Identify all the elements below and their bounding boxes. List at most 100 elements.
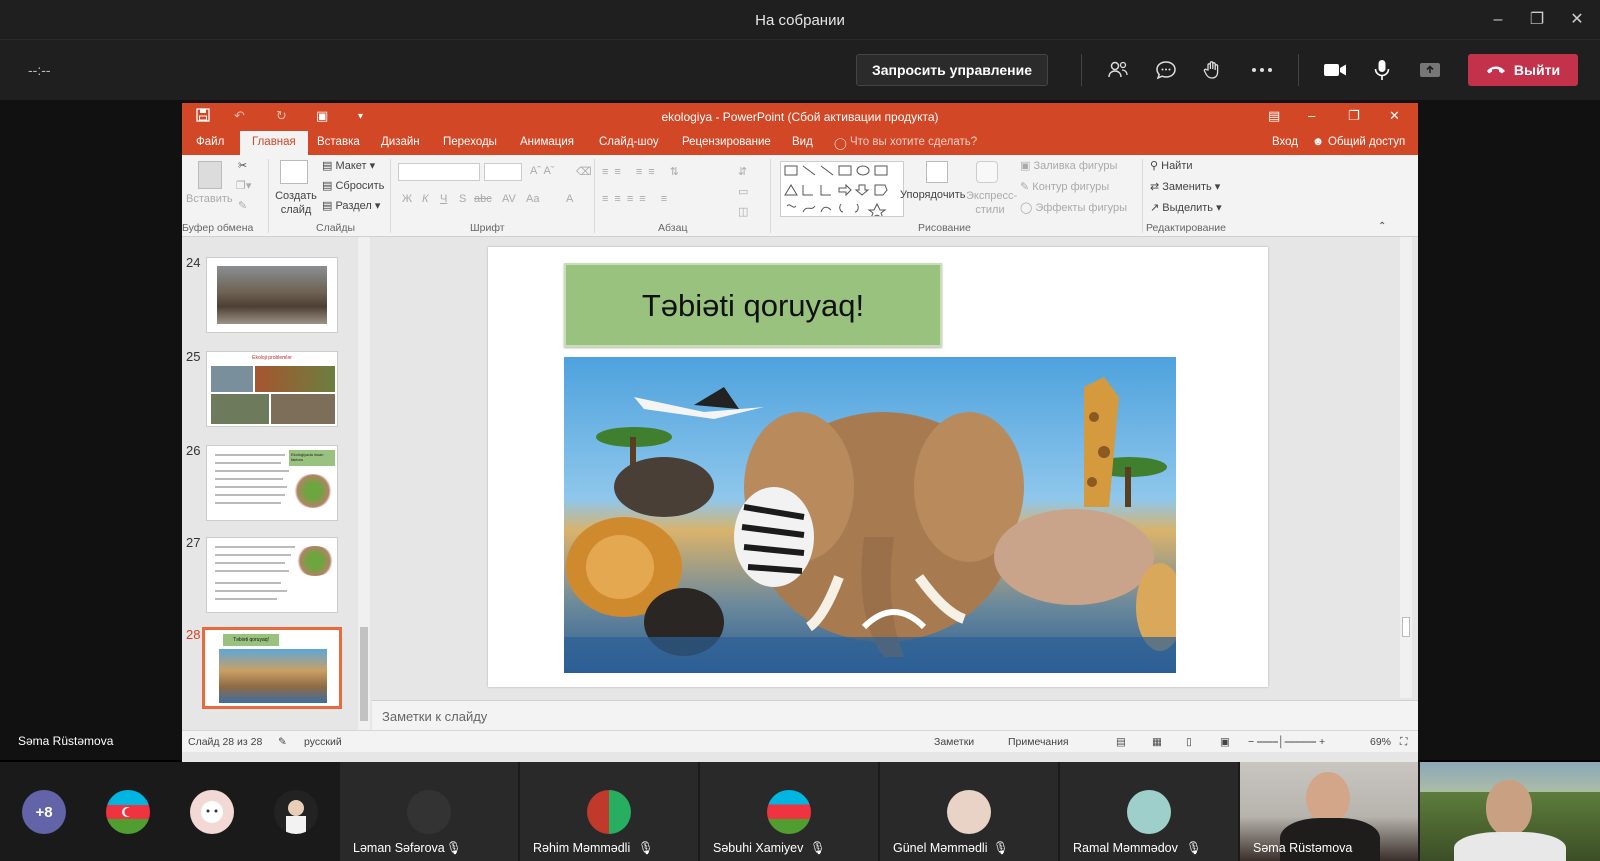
section-button[interactable]: ▤ Раздел ▾ <box>322 199 380 212</box>
thumbnail-slide-28-selected[interactable]: Təbiəti qoruyaq! <box>202 627 342 709</box>
format-painter-icon[interactable]: ✎ <box>238 199 247 212</box>
slide-scrollbar[interactable] <box>1400 237 1412 698</box>
avatar[interactable] <box>106 790 150 834</box>
find-button[interactable]: ⚲ Найти <box>1150 159 1193 172</box>
copy-icon[interactable]: ❐▾ <box>236 179 251 192</box>
participant-video-tile[interactable]: Səma Rüstəmova <box>1240 762 1418 861</box>
thumbnail-slide-27[interactable] <box>206 537 338 613</box>
paste-button[interactable]: Вставить <box>186 193 233 205</box>
select-button[interactable]: ↗ Выделить ▾ <box>1150 201 1222 214</box>
share-button[interactable]: Общий доступ <box>1328 136 1405 148</box>
request-control-button[interactable]: Запросить управление <box>856 54 1048 86</box>
align-text-icon[interactable]: ▭ <box>738 185 748 198</box>
ppt-minimize-icon[interactable]: – <box>1308 108 1315 123</box>
slide-notes[interactable]: Заметки к слайду <box>372 700 1418 730</box>
quick-styles-button[interactable]: Экспресс-стили <box>966 189 1017 217</box>
align-icons[interactable]: ≡≡≡≡ ≡ <box>602 193 673 205</box>
cut-icon[interactable]: ✂ <box>238 159 247 172</box>
shape-effects-button[interactable]: ◯ Эффекты фигуры <box>1020 201 1127 214</box>
participants-icon[interactable] <box>1103 56 1133 84</box>
search-icon: ⚲ <box>1150 160 1162 172</box>
close-icon[interactable]: ✕ <box>1562 8 1592 32</box>
ribbon-display-options-icon[interactable]: ▤ <box>1268 108 1280 124</box>
thumbnail-slide-25[interactable]: Ekoloji problemlər <box>206 351 338 427</box>
grow-font-icon[interactable]: Aˆ Aˇ <box>530 165 554 177</box>
bullets-icon[interactable]: ≡≡ ≡≡ ⇅ <box>602 165 685 178</box>
restore-icon[interactable]: ❐ <box>1522 8 1552 32</box>
notes-toggle[interactable]: Заметки <box>934 736 974 748</box>
minimize-icon[interactable]: – <box>1483 8 1513 32</box>
participant-tile[interactable]: Səbuhi Xamiyev 🎙 <box>700 762 878 861</box>
shapes-gallery[interactable] <box>780 161 904 220</box>
normal-view-icon[interactable]: ▤ <box>1116 736 1126 748</box>
thumbnail-slide-26[interactable]: Ekologiyada insan faktoru <box>206 445 338 521</box>
tab-animations[interactable]: Анимация <box>520 136 574 148</box>
camera-icon[interactable] <box>1320 56 1350 84</box>
tab-slideshow[interactable]: Слайд-шоу <box>599 136 659 148</box>
font-name-box[interactable] <box>398 163 480 181</box>
shape-fill-button[interactable]: ▣ Заливка фигуры <box>1020 159 1117 172</box>
font-size-box[interactable] <box>484 163 522 181</box>
comments-toggle[interactable]: Примечания <box>1008 736 1069 748</box>
participant-tile[interactable]: Ləman Səfərova 🎙 <box>340 762 518 861</box>
fit-to-window-icon[interactable]: ⛶ <box>1400 736 1407 749</box>
shadow-button[interactable]: S <box>459 193 466 205</box>
slide-title[interactable]: Təbiəti qoruyaq! <box>564 263 942 347</box>
bold-button[interactable]: Ж <box>402 193 412 205</box>
raise-hand-icon[interactable] <box>1198 56 1228 84</box>
tab-transitions[interactable]: Переходы <box>443 136 497 148</box>
underline-button[interactable]: Ч <box>440 193 447 205</box>
chat-icon[interactable] <box>1151 56 1181 84</box>
arrange-icon[interactable] <box>926 161 948 183</box>
font-color-button[interactable]: A <box>566 193 573 205</box>
tab-insert[interactable]: Вставка <box>317 136 360 148</box>
clear-formatting-icon[interactable]: ⌫ <box>576 165 592 178</box>
reading-view-icon[interactable]: ▯ <box>1186 736 1192 748</box>
participant-tile[interactable]: Günel Məmmədli 🎙 <box>880 762 1058 861</box>
tab-review[interactable]: Рецензирование <box>682 136 771 148</box>
arrange-button[interactable]: Упорядочить <box>900 189 965 201</box>
overflow-participants-badge[interactable]: +8 <box>22 790 66 834</box>
paste-icon[interactable] <box>198 161 222 189</box>
thumbnails-scrollbar[interactable] <box>358 237 370 734</box>
ppt-restore-icon[interactable]: ❐ <box>1348 108 1360 124</box>
zoom-level[interactable]: 69% <box>1370 736 1391 748</box>
quick-styles-icon[interactable] <box>976 161 998 183</box>
share-screen-icon[interactable] <box>1415 56 1445 84</box>
self-video-tile[interactable] <box>1420 762 1600 861</box>
strikethrough-button[interactable]: abc <box>474 193 492 205</box>
text-direction-icon[interactable]: ⇵ <box>738 165 747 178</box>
tab-design[interactable]: Дизайн <box>381 136 420 148</box>
shape-outline-button[interactable]: ✎ Контур фигуры <box>1020 180 1109 193</box>
collapse-ribbon-icon[interactable]: ⌃ <box>1378 221 1386 232</box>
avatar[interactable] <box>274 790 318 834</box>
more-options-icon[interactable] <box>1247 56 1277 84</box>
ppt-close-icon[interactable]: ✕ <box>1389 108 1400 124</box>
leave-button[interactable]: Выйти <box>1468 54 1578 86</box>
slideshow-view-icon[interactable]: ▣ <box>1220 736 1230 748</box>
microphone-icon[interactable] <box>1367 56 1397 84</box>
participant-tile[interactable]: Ramal Məmmədov 🎙 <box>1060 762 1238 861</box>
change-case-button[interactable]: Aa <box>526 193 539 205</box>
sign-in-link[interactable]: Вход <box>1272 136 1298 148</box>
tab-view[interactable]: Вид <box>792 136 813 148</box>
new-slide-button[interactable]: Создать слайд <box>274 189 318 217</box>
char-spacing-button[interactable]: AV <box>502 193 516 205</box>
italic-button[interactable]: К <box>422 193 428 205</box>
smartart-icon[interactable]: ◫ <box>738 205 748 218</box>
tell-me-search[interactable]: Что вы хотите сделать? <box>850 136 977 148</box>
slide-sorter-icon[interactable]: ▦ <box>1152 736 1162 748</box>
tab-file[interactable]: Файл <box>196 136 224 148</box>
tab-home[interactable]: Главная <box>240 131 308 155</box>
zoom-slider[interactable]: − ⎯⎯⎯⎯│⎯⎯⎯⎯⎯⎯ + <box>1248 736 1325 749</box>
reset-button[interactable]: ▤ Сбросить <box>322 179 384 192</box>
participant-tile[interactable]: Rəhim Məmmədli 🎙 <box>520 762 698 861</box>
replace-button[interactable]: ⇄ Заменить ▾ <box>1150 180 1220 193</box>
new-slide-icon[interactable] <box>280 160 308 184</box>
layout-button[interactable]: ▤ Макет ▾ <box>322 159 375 172</box>
current-slide[interactable]: Təbiəti qoruyaq! <box>488 247 1268 687</box>
avatar[interactable] <box>190 790 234 834</box>
wildlife-image[interactable] <box>564 357 1176 673</box>
spellcheck-icon[interactable]: ✎ <box>278 736 287 748</box>
thumbnail-slide-24[interactable] <box>206 257 338 333</box>
